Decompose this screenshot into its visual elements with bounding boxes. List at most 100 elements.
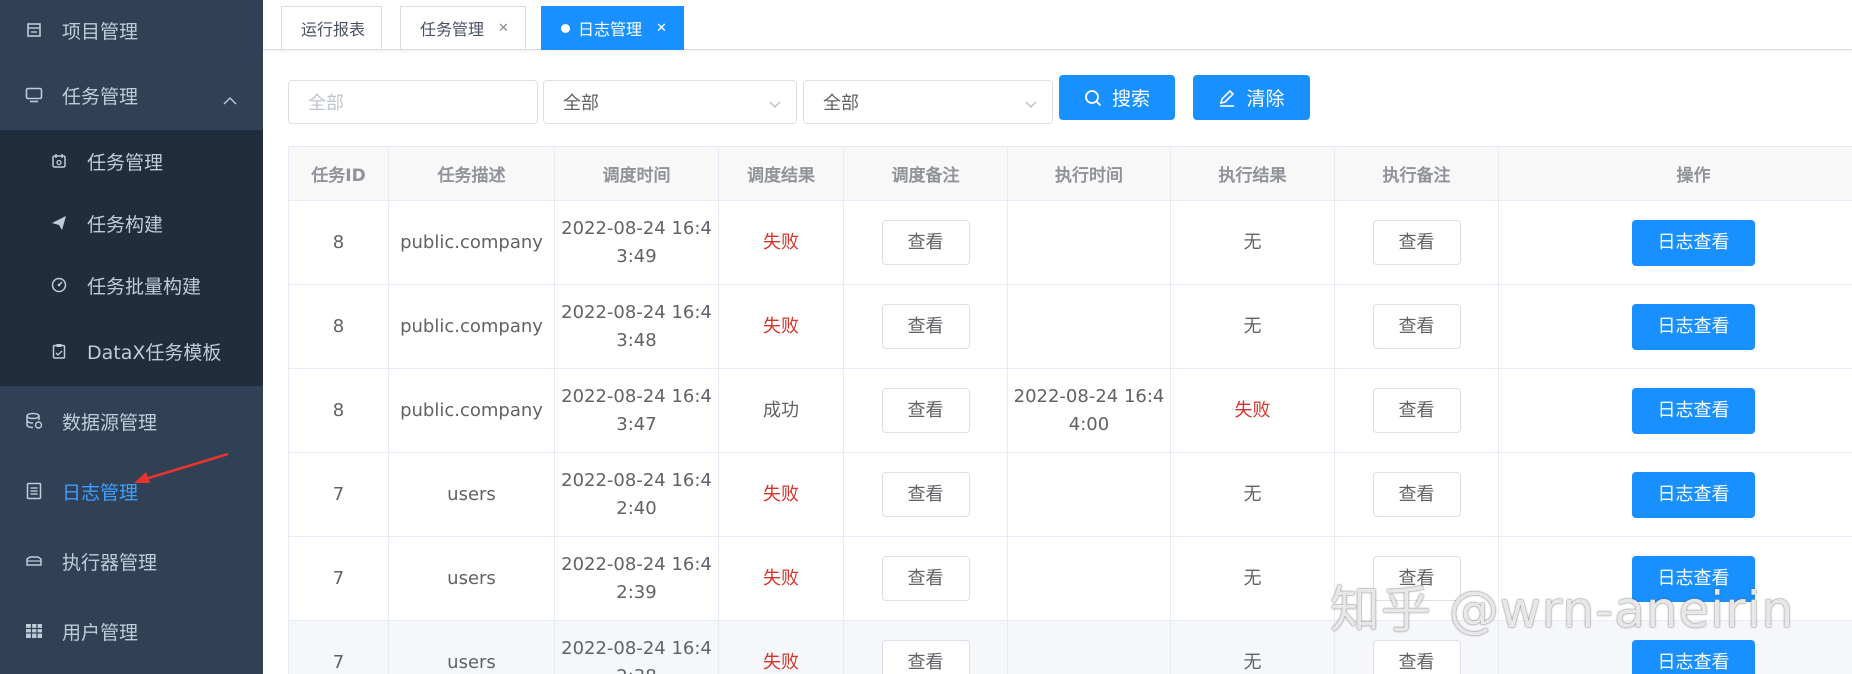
- submenu-task-management: 任务管理 任务构建 任务批量构建 DataX任务模板: [0, 130, 263, 386]
- edit-pen-icon: [1218, 89, 1236, 107]
- column-header: 执行结果: [1170, 146, 1335, 201]
- sidebar-item-task-management[interactable]: 任务管理: [0, 60, 263, 130]
- column-header: 调度时间: [554, 146, 719, 201]
- cell-exec-time: [1007, 620, 1171, 674]
- time-part: 2022-08-24 16:4: [561, 637, 712, 659]
- clipboard-icon: [49, 341, 69, 361]
- executor-icon: [24, 551, 44, 571]
- submenu-item-datax-template[interactable]: DataX任务模板: [0, 316, 263, 386]
- cell-job-desc: public.company: [388, 284, 555, 369]
- view-exec-note-button[interactable]: 查看: [1372, 388, 1461, 433]
- executor-select[interactable]: 全部: [543, 80, 797, 124]
- view-log-button[interactable]: 日志查看: [1632, 219, 1755, 266]
- database-icon: [24, 411, 44, 431]
- view-log-button[interactable]: 日志查看: [1632, 471, 1755, 518]
- view-log-button[interactable]: 日志查看: [1632, 303, 1755, 350]
- view-schedule-note-button[interactable]: 查看: [881, 304, 970, 349]
- submenu-item-task-build[interactable]: 任务构建: [0, 192, 263, 254]
- clear-button-label: 清除: [1246, 88, 1285, 110]
- cell-job-id: 8: [288, 368, 389, 453]
- time-part: 3:49: [616, 245, 657, 267]
- cell-schedule-time: 2022-08-24 16:4 2:39: [554, 536, 719, 621]
- table-row: 8 public.company 2022-08-24 16:4 3:49 失败 …: [288, 200, 1852, 285]
- cell-schedule-result: 失败: [718, 452, 844, 537]
- calendar-icon: [49, 151, 69, 171]
- cell-exec-result: 无: [1170, 284, 1335, 369]
- view-schedule-note-button[interactable]: 查看: [881, 220, 970, 265]
- cell-job-desc: public.company: [388, 368, 555, 453]
- sidebar-item-project[interactable]: 项目管理: [0, 0, 263, 60]
- clear-button[interactable]: 清除: [1193, 75, 1310, 120]
- cell-schedule-time: 2022-08-24 16:4 2:40: [554, 452, 719, 537]
- submenu-item-task-management[interactable]: 任务管理: [0, 130, 263, 192]
- status-select-value: 全部: [823, 93, 859, 114]
- view-schedule-note-button[interactable]: 查看: [881, 472, 970, 517]
- cell-job-desc: users: [388, 452, 555, 537]
- view-log-button[interactable]: 日志查看: [1632, 387, 1755, 434]
- cell-schedule-result: 成功: [718, 368, 844, 453]
- cell-schedule-result: 失败: [718, 284, 844, 369]
- column-header: 调度结果: [718, 146, 844, 201]
- cell-job-id: 8: [288, 200, 389, 285]
- sidebar-item-user[interactable]: 用户管理: [0, 596, 263, 666]
- view-exec-note-button[interactable]: 查看: [1372, 472, 1461, 517]
- cell-exec-result: 无: [1170, 620, 1335, 674]
- cell-exec-note: 查看: [1334, 368, 1499, 453]
- cell-exec-time: [1007, 536, 1171, 621]
- cell-job-desc: users: [388, 620, 555, 674]
- cell-schedule-time: 2022-08-24 16:4 3:47: [554, 368, 719, 453]
- chevron-down-icon: [1024, 95, 1038, 116]
- sidebar-item-label: 执行器管理: [62, 551, 158, 574]
- submenu-item-task-batch-build[interactable]: 任务批量构建: [0, 254, 263, 316]
- view-exec-note-button[interactable]: 查看: [1372, 304, 1461, 349]
- cell-exec-result: 无: [1170, 200, 1335, 285]
- table-row: 8 public.company 2022-08-24 16:4 3:48 失败 …: [288, 284, 1852, 369]
- cell-job-id: 8: [288, 284, 389, 369]
- column-header: 任务ID: [288, 146, 389, 201]
- cell-exec-time: [1007, 200, 1171, 285]
- sidebar: 项目管理 任务管理 任务管理 任务构建 任务批量构建 DataX任务模板 数据源…: [0, 0, 263, 674]
- search-icon: [1084, 89, 1102, 107]
- view-schedule-note-button[interactable]: 查看: [881, 388, 970, 433]
- search-button[interactable]: 搜索: [1059, 75, 1175, 120]
- cell-schedule-note: 查看: [843, 284, 1008, 369]
- tab-runtime-report[interactable]: 运行报表: [281, 6, 383, 50]
- view-schedule-note-button[interactable]: 查看: [881, 556, 970, 601]
- cell-actions: 日志查看: [1498, 452, 1852, 537]
- cell-exec-result: 无: [1170, 536, 1335, 621]
- time-part: 4:00: [1068, 413, 1110, 435]
- view-log-button[interactable]: 日志查看: [1632, 639, 1755, 674]
- view-exec-note-button[interactable]: 查看: [1372, 640, 1461, 674]
- sidebar-item-executor[interactable]: 执行器管理: [0, 526, 263, 596]
- watermark: 知乎 @wrn-aneirin: [1330, 581, 1795, 639]
- sidebar-item-label: 用户管理: [62, 621, 139, 644]
- chevron-down-icon: [768, 95, 782, 116]
- project-icon: [24, 20, 44, 40]
- sidebar-item-label: 任务管理: [62, 85, 139, 108]
- view-schedule-note-button[interactable]: 查看: [881, 640, 970, 674]
- cell-schedule-note: 查看: [843, 452, 1008, 537]
- job-desc-input[interactable]: 全部: [288, 80, 538, 124]
- view-exec-note-button[interactable]: 查看: [1372, 220, 1461, 265]
- monitor-icon: [24, 85, 44, 105]
- tab-task-management[interactable]: 任务管理 ✕: [400, 6, 526, 50]
- cell-schedule-result: 失败: [718, 200, 844, 285]
- submenu-item-label: DataX任务模板: [87, 341, 222, 364]
- cell-exec-note: 查看: [1334, 200, 1499, 285]
- time-part: 2022-08-24 16:4: [561, 553, 712, 575]
- sidebar-item-label: 数据源管理: [62, 411, 158, 434]
- cell-schedule-note: 查看: [843, 620, 1008, 674]
- tab-log-management[interactable]: 日志管理 ✕: [541, 6, 684, 50]
- sidebar-item-datasource[interactable]: 数据源管理: [0, 386, 263, 456]
- table-icon: [24, 621, 44, 641]
- close-icon[interactable]: ✕: [498, 21, 509, 36]
- time-part: 2:38: [616, 666, 656, 674]
- cell-schedule-time: 2022-08-24 16:4 3:48: [554, 284, 719, 369]
- paper-plane-icon: [49, 213, 69, 233]
- cell-schedule-note: 查看: [843, 200, 1008, 285]
- tab-label: 运行报表: [301, 20, 366, 39]
- job-desc-input-placeholder: 全部: [308, 93, 344, 114]
- status-select[interactable]: 全部: [803, 80, 1053, 124]
- cell-job-id: 7: [288, 620, 389, 674]
- close-icon[interactable]: ✕: [656, 21, 667, 36]
